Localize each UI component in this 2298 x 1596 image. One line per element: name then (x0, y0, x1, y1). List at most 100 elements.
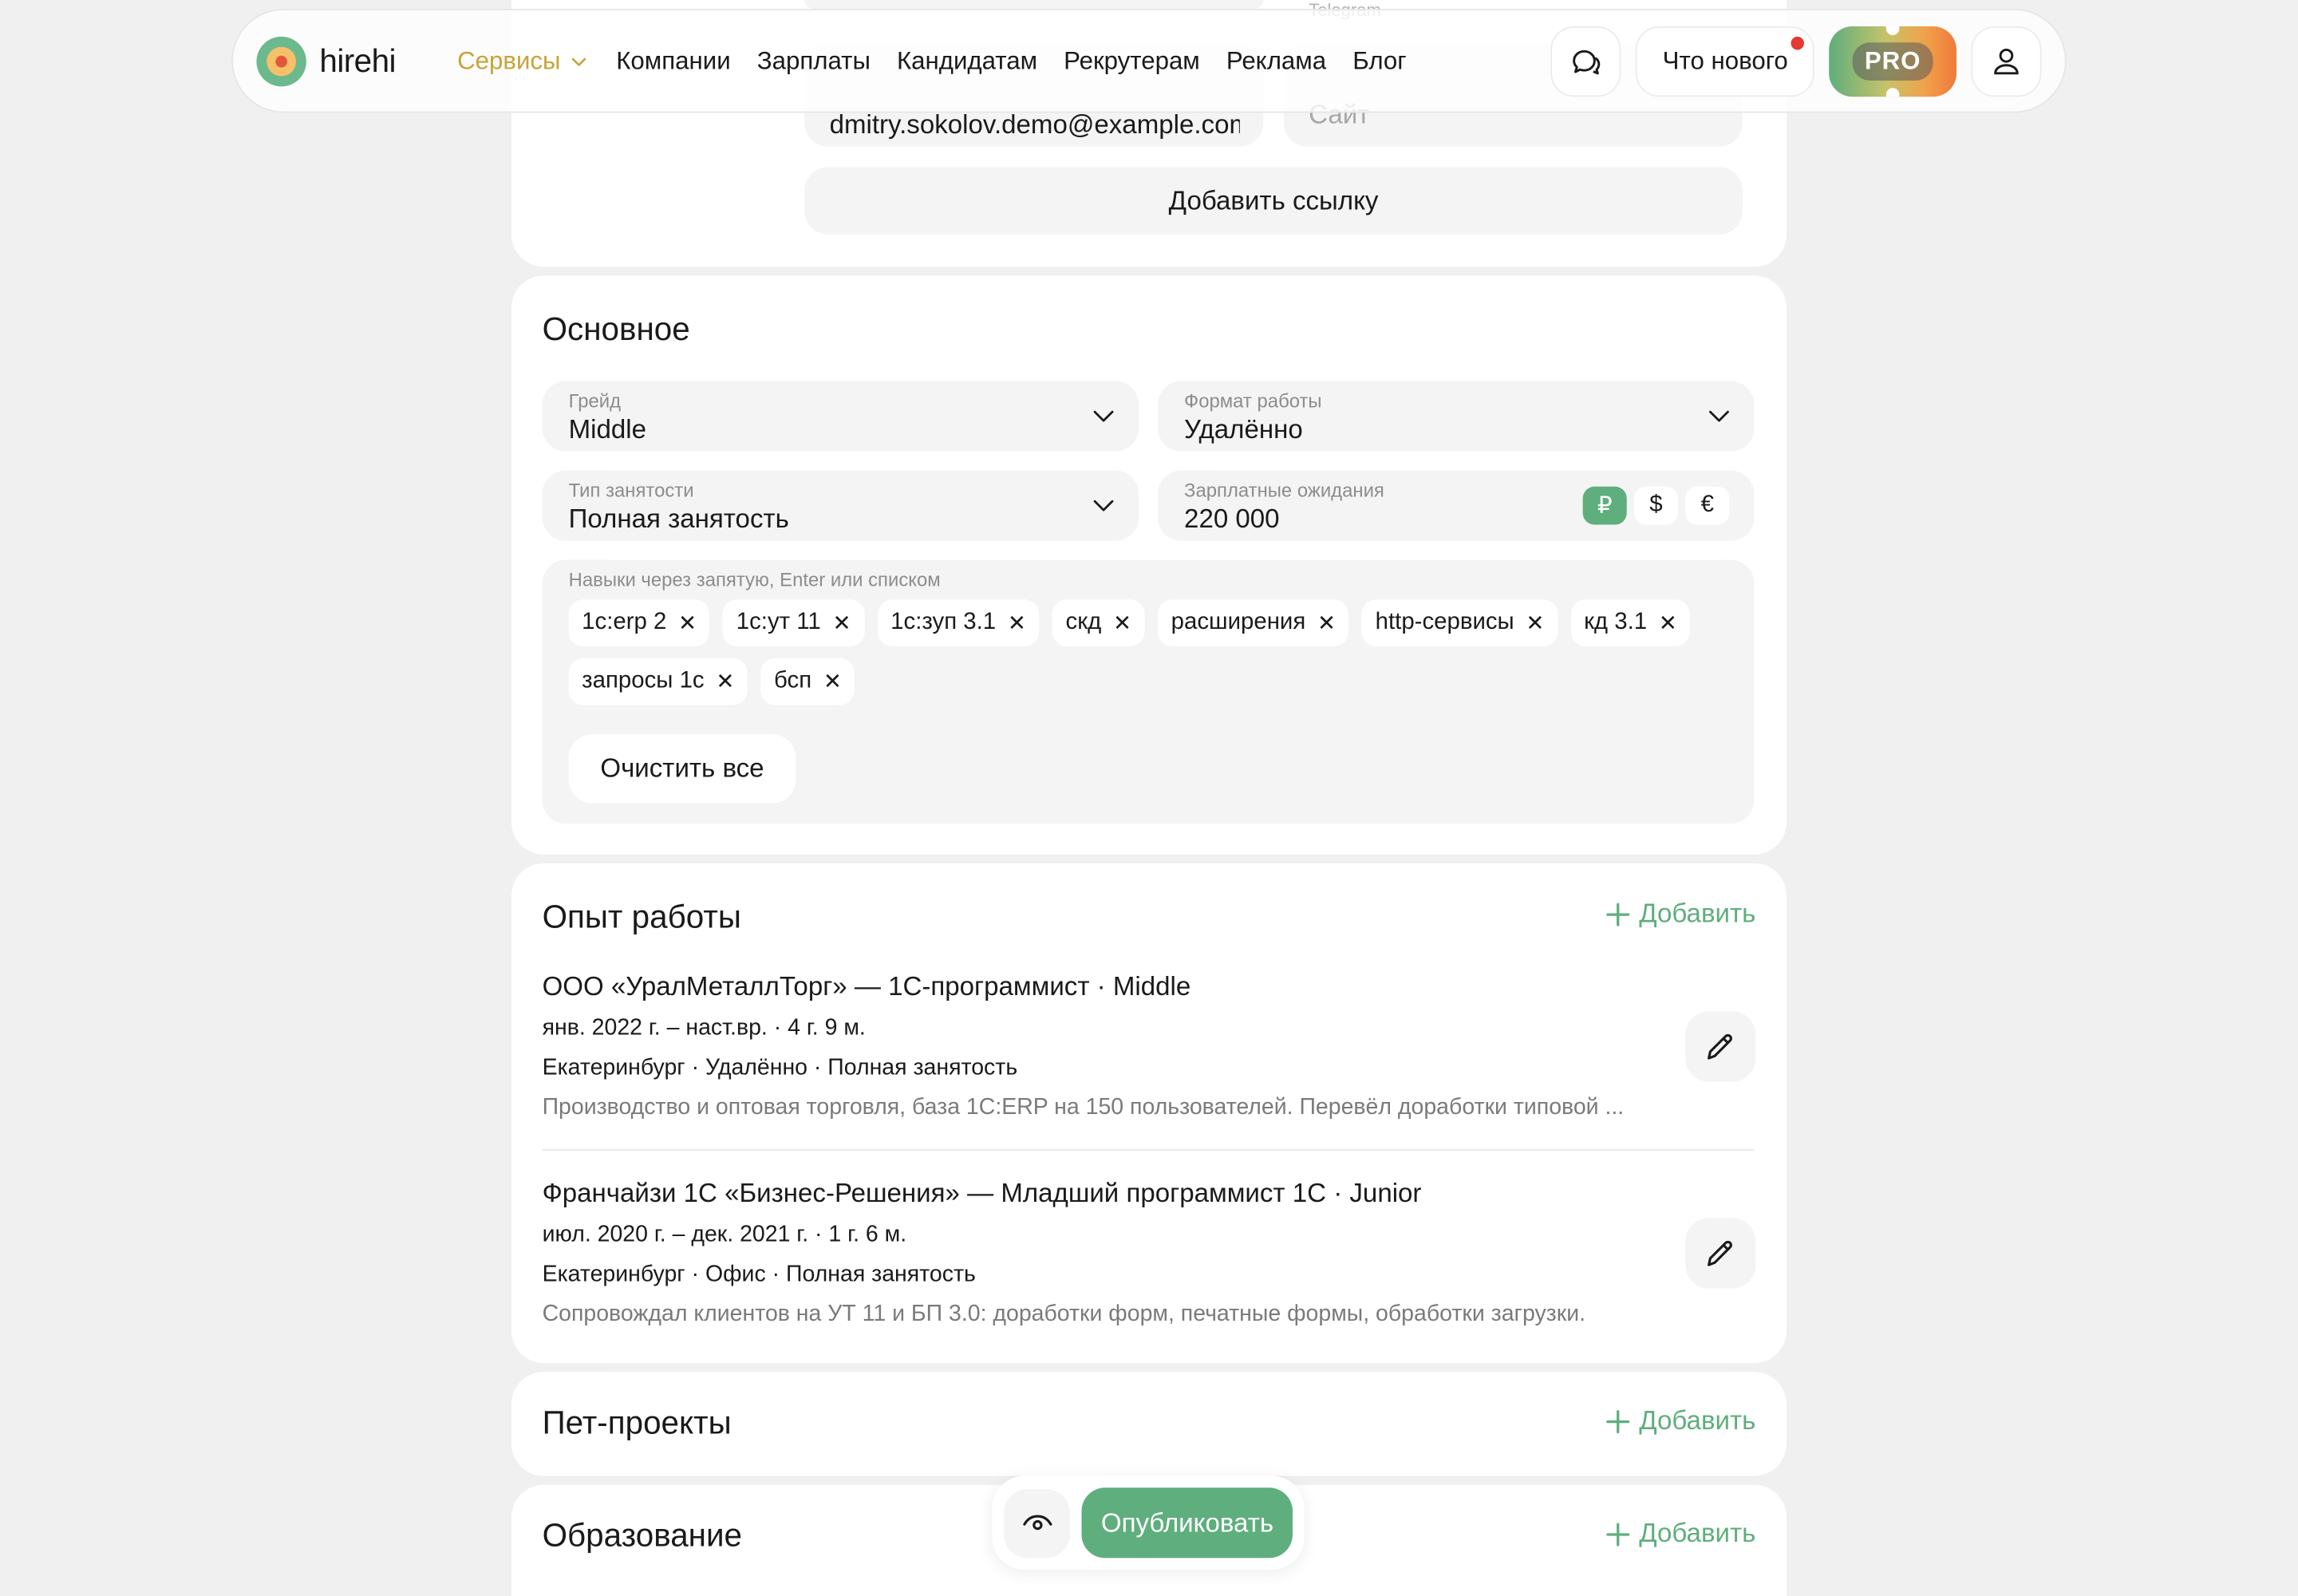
phone-field-edge[interactable] (804, 0, 1264, 10)
remove-x-icon[interactable]: ✕ (1113, 612, 1131, 634)
salary-value: 220 000 (1184, 504, 1280, 534)
experience-item-meta: Екатеринбург · Офис · Полная занятость (542, 1262, 976, 1287)
clear-all-button[interactable]: Очистить все (568, 734, 796, 804)
skills-chips: 1с:erp 2 ✕ 1с:ут 11 ✕ 1с:зуп 3.1 ✕ скд ✕ рас… (568, 599, 1741, 705)
employment-select[interactable]: Тип занятости Полная занятость (542, 470, 1139, 541)
skill-chip-label: 1с:erp 2 (582, 610, 667, 635)
add-pet-project-label: Добавить (1639, 1405, 1756, 1436)
currency-usd-button[interactable]: $ (1633, 486, 1679, 525)
skill-chip: 1с:зуп 3.1 ✕ (877, 599, 1040, 646)
chevron-down-icon (572, 57, 587, 65)
nav-services[interactable]: Сервисы (457, 46, 590, 76)
skill-chip: скд ✕ (1052, 599, 1145, 646)
logo[interactable]: hirehi (256, 35, 396, 86)
skill-chip: http-сервисы ✕ (1362, 599, 1558, 646)
remove-x-icon[interactable]: ✕ (832, 612, 851, 634)
plus-icon (1607, 1409, 1631, 1433)
currency-toggle: ₽ $ € (1582, 486, 1730, 525)
remove-x-icon[interactable]: ✕ (678, 612, 697, 634)
skill-chip-label: 1с:зуп 3.1 (890, 610, 997, 635)
chat-bubbles-icon (1573, 49, 1601, 74)
skill-chip-label: http-сервисы (1375, 610, 1514, 635)
grade-value: Middle (568, 414, 647, 444)
nav-blog[interactable]: Блог (1352, 46, 1406, 76)
experience-item-meta: Екатеринбург · Удалённо · Полная занятос… (542, 1055, 1018, 1080)
chat-button[interactable] (1551, 26, 1622, 97)
remove-x-icon[interactable]: ✕ (823, 670, 842, 693)
experience-item-title: ООО «УралМеталлТорг» — 1С-программист · … (542, 971, 1191, 1001)
currency-eur-button[interactable]: € (1685, 486, 1730, 525)
plus-icon (1607, 902, 1631, 926)
education-title: Образование (542, 1516, 743, 1554)
experience-item: Франчайзи 1С «Бизнес-Решения» — Младший … (543, 1179, 1755, 1328)
experience-item-period: янв. 2022 г. – наст.вр. · 4 г. 9 м. (542, 1015, 866, 1041)
divider (542, 1148, 1755, 1151)
experience-item: ООО «УралМеталлТорг» — 1С-программист · … (543, 972, 1755, 1121)
skill-chip-label: расширения (1171, 610, 1306, 635)
work-format-select[interactable]: Формат работы Удалённо (1157, 381, 1755, 452)
pro-button[interactable]: PRO (1829, 26, 1956, 97)
edit-experience-button[interactable] (1685, 1011, 1756, 1082)
notification-dot (1791, 35, 1804, 49)
nav-candidates[interactable]: Кандидатам (897, 46, 1037, 76)
experience-card: Опыт работы Добавить ООО «УралМеталлТорг… (511, 863, 1787, 1364)
profile-button[interactable] (1971, 26, 2042, 97)
skill-chip: бсп ✕ (760, 658, 855, 705)
add-link-button[interactable]: Добавить ссылку (804, 167, 1743, 235)
add-experience-label: Добавить (1639, 898, 1756, 928)
skill-chip: расширения ✕ (1158, 599, 1349, 646)
add-education-button[interactable]: Добавить (1607, 1518, 1756, 1550)
pet-projects-card: Пет-проекты Добавить (511, 1372, 1787, 1476)
whats-new-label: Что нового (1662, 45, 1788, 74)
experience-item-description: Производство и оптовая торговля, база 1С… (542, 1095, 1625, 1120)
add-pet-project-button[interactable]: Добавить (1607, 1405, 1756, 1436)
whats-new-button[interactable]: Что нового (1636, 26, 1814, 97)
nav-companies[interactable]: Компании (616, 46, 730, 76)
chevron-down-icon (1093, 500, 1114, 512)
nav-services-label: Сервисы (457, 45, 561, 74)
skill-chip: 1с:ут 11 ✕ (723, 599, 865, 646)
logo-text: hirehi (319, 41, 396, 79)
nav-ads[interactable]: Реклама (1226, 46, 1326, 76)
nav-salaries[interactable]: Зарплаты (757, 46, 871, 76)
salary-label: Зарплатные ожидания (1184, 479, 1384, 502)
pro-label: PRO (1853, 41, 1933, 81)
pencil-icon (1708, 1033, 1732, 1060)
edit-experience-button[interactable] (1685, 1218, 1756, 1289)
basic-card: Основное Грейд Middle Формат работы Удал… (511, 275, 1787, 855)
nav-recruiters[interactable]: Рекрутерам (1064, 46, 1200, 76)
user-icon (1994, 48, 2019, 74)
skill-chip: запросы 1с ✕ (568, 658, 748, 705)
pencil-icon (1708, 1240, 1732, 1266)
skill-chip-label: 1с:ут 11 (736, 610, 821, 635)
publish-button[interactable]: Опубликовать (1082, 1487, 1293, 1558)
email-value: dmitry.sokolov.demo@example.com (829, 109, 1240, 140)
main-nav: Сервисы Компании Зарплаты Кандидатам Рек… (457, 46, 1407, 76)
experience-item-description: Сопровождал клиентов на УТ 11 и БП 3.0: … (542, 1301, 1586, 1327)
add-experience-button[interactable]: Добавить (1607, 898, 1756, 930)
chevron-down-icon (1709, 410, 1729, 422)
experience-item-title: Франчайзи 1С «Бизнес-Решения» — Младший … (542, 1178, 1422, 1208)
remove-x-icon[interactable]: ✕ (1008, 612, 1026, 634)
skill-chip-label: запросы 1с (582, 668, 705, 693)
remove-x-icon[interactable]: ✕ (1659, 612, 1677, 634)
employment-value: Полная занятость (568, 504, 789, 534)
chevron-down-icon (1093, 410, 1114, 422)
preview-button[interactable] (1004, 1488, 1071, 1558)
skill-chip-label: бсп (774, 668, 812, 693)
skills-input[interactable]: Навыки через запятую, Enter или списком … (542, 559, 1755, 824)
experience-title: Опыт работы (542, 898, 741, 935)
publish-bar: Опубликовать (992, 1476, 1305, 1570)
add-education-label: Добавить (1639, 1518, 1756, 1548)
salary-input[interactable]: Зарплатные ожидания 220 000 ₽ $ € (1157, 470, 1755, 541)
remove-x-icon[interactable]: ✕ (716, 670, 734, 693)
top-navbar: hirehi Сервисы Компании Зарплаты Кандида… (231, 9, 2067, 113)
remove-x-icon[interactable]: ✕ (1317, 612, 1336, 634)
work-format-label: Формат работы (1184, 389, 1322, 413)
remove-x-icon[interactable]: ✕ (1526, 612, 1544, 634)
grade-select[interactable]: Грейд Middle (542, 381, 1139, 452)
plus-icon (1607, 1522, 1631, 1546)
currency-rub-button[interactable]: ₽ (1582, 486, 1627, 525)
logo-mark-icon (256, 35, 306, 86)
experience-item-period: июл. 2020 г. – дек. 2021 г. · 1 г. 6 м. (542, 1222, 907, 1248)
